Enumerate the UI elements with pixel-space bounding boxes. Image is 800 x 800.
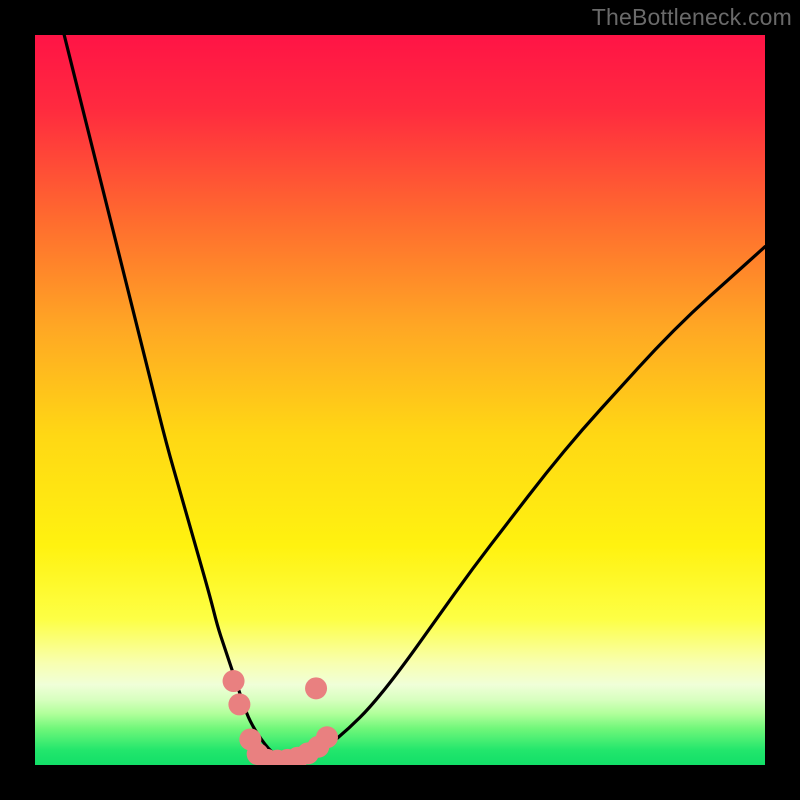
chart-frame: TheBottleneck.com [0, 0, 800, 800]
curve-marker [305, 677, 327, 699]
chart-svg [35, 35, 765, 765]
curve-marker [316, 726, 338, 748]
curve-marker [228, 693, 250, 715]
curve-marker [223, 670, 245, 692]
watermark-text: TheBottleneck.com [592, 4, 792, 31]
gradient-background [35, 35, 765, 765]
plot-area [35, 35, 765, 765]
